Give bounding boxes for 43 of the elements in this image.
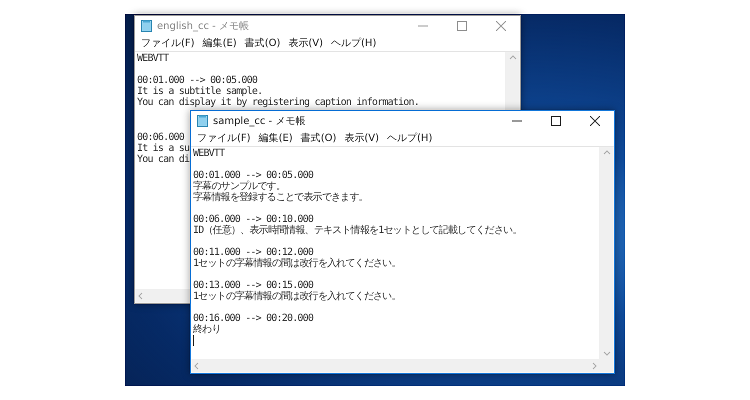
menu-item[interactable]: 編集(E)	[258, 131, 293, 145]
text-line: ID（任意）、表示時間情報、テキスト情報を1セットとして記載してください。	[193, 225, 522, 236]
menu-item[interactable]: ファイル(F)	[141, 36, 195, 50]
scroll-right-icon[interactable]	[592, 362, 597, 370]
text-line: 1セットの字幕情報の間は改行を入れてください。	[193, 291, 401, 302]
text-line: WEBVTT	[137, 53, 168, 64]
text-line: 00:01.000 --> 00:05.000	[193, 170, 314, 181]
scroll-up-icon[interactable]	[508, 55, 516, 60]
scroll-left-icon[interactable]	[138, 292, 143, 300]
text-line: 00:06.000	[137, 132, 184, 143]
text-line: 字幕情報を登録することで表示できます。	[193, 192, 368, 203]
text-line: You can display it by registering caption information.	[137, 97, 419, 108]
menu-item[interactable]: ファイル(F)	[197, 131, 251, 145]
text-line: 00:11.000 --> 00:12.000	[193, 247, 314, 258]
text-line: It is a subtitle sample.	[137, 86, 262, 97]
text-line: You can di	[137, 154, 190, 165]
horizontal-scrollbar[interactable]	[191, 359, 614, 373]
text-line: 00:16.000 --> 00:20.000	[193, 313, 314, 324]
window-title: english_cc - メモ帳	[157, 20, 250, 33]
text-line: 終わり	[193, 324, 221, 335]
menu-item[interactable]: 書式(O)	[244, 36, 280, 50]
vertical-scrollbar[interactable]	[599, 147, 614, 359]
scroll-left-icon[interactable]	[194, 362, 199, 370]
text-line: WEBVTT	[193, 148, 224, 159]
menu-item[interactable]: ヘルプ(H)	[331, 36, 376, 50]
scroll-up-icon[interactable]	[602, 150, 610, 155]
menu-item[interactable]: 表示(V)	[344, 131, 380, 145]
text-line: 00:13.000 --> 00:15.000	[193, 280, 314, 291]
maximize-icon[interactable]	[551, 116, 561, 126]
text-line: 字幕のサンプルです。	[193, 181, 286, 192]
scroll-down-icon[interactable]	[602, 351, 610, 356]
text-line: 1セットの字幕情報の間は改行を入れてください。	[193, 258, 401, 269]
menu-item[interactable]: ヘルプ(H)	[387, 131, 432, 145]
menu-item[interactable]: 編集(E)	[202, 36, 237, 50]
text-line: It is a su	[137, 143, 190, 154]
window-title: sample_cc - メモ帳	[213, 115, 306, 128]
notepad-icon	[141, 20, 152, 32]
text-line: 00:01.000 --> 00:05.000	[137, 75, 258, 86]
notepad-icon	[197, 115, 208, 127]
menu-item[interactable]: 表示(V)	[288, 36, 324, 50]
text-line: 00:06.000 --> 00:10.000	[193, 214, 314, 225]
menu-item[interactable]: 書式(O)	[300, 131, 336, 145]
close-icon[interactable]	[590, 116, 600, 126]
